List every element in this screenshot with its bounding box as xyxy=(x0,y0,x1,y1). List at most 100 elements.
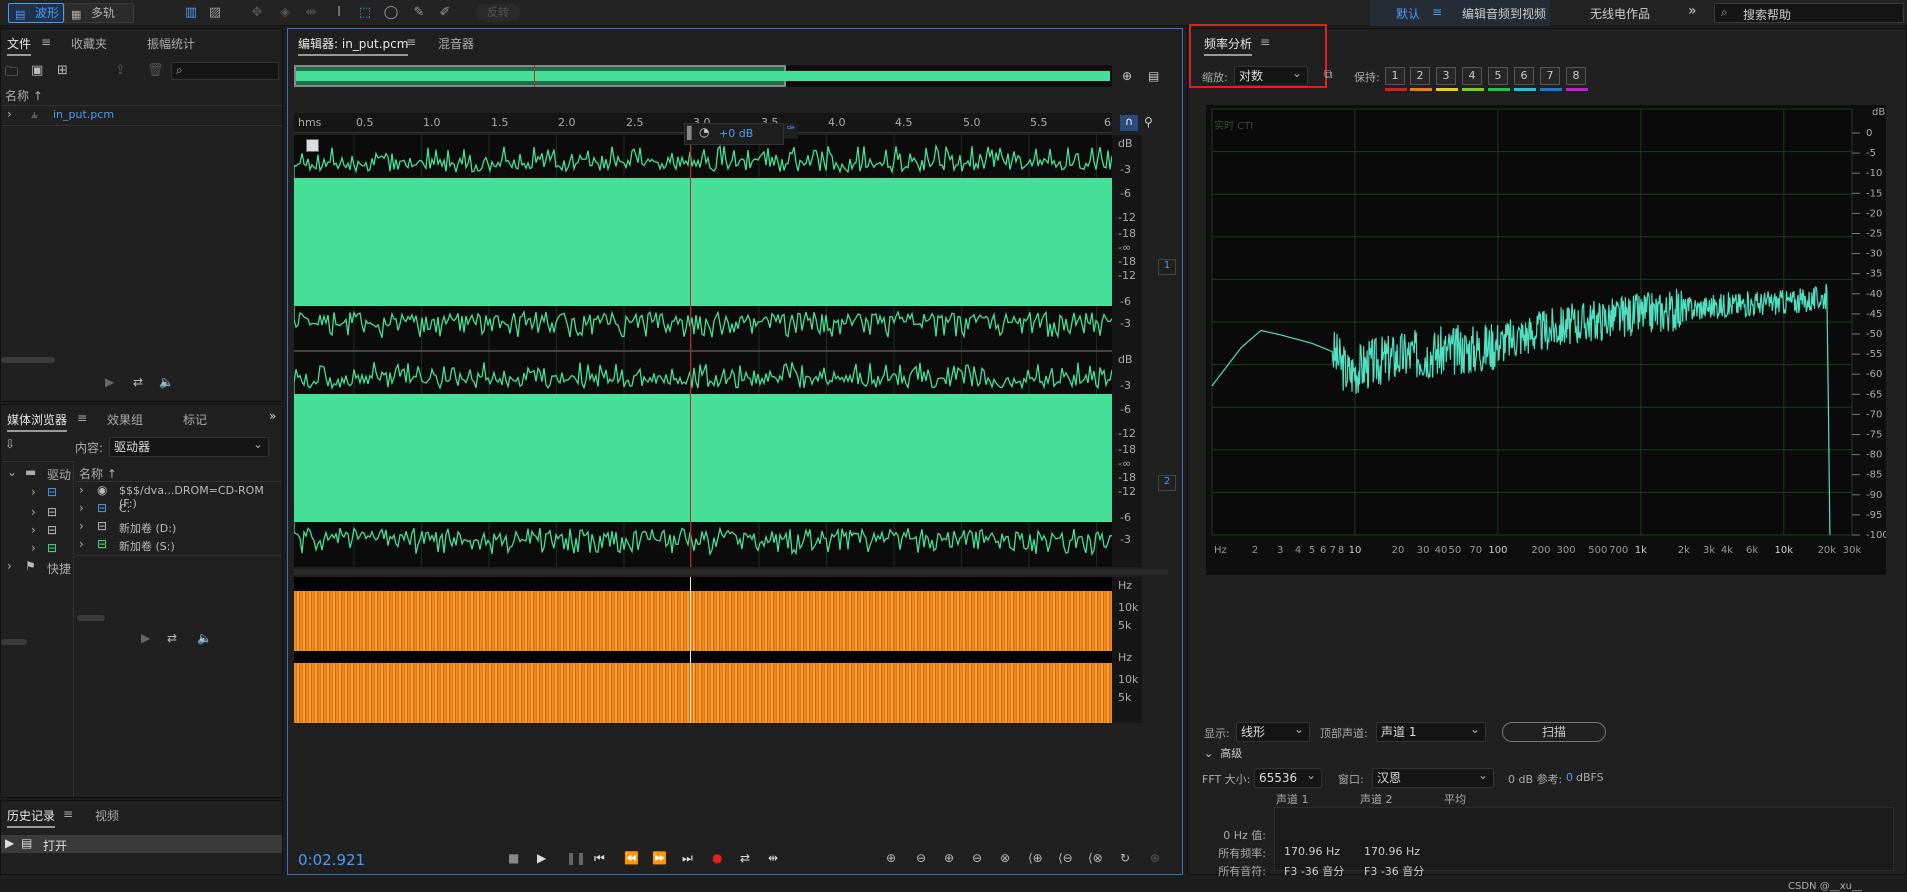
move-tool-icon[interactable]: ✥ xyxy=(248,5,266,21)
expand-icon[interactable]: › xyxy=(7,559,12,573)
tree-drives[interactable]: 驱动 xyxy=(47,466,71,483)
skip-end-icon[interactable]: ⏭ xyxy=(682,851,693,866)
workspace-edit-audio-video[interactable]: 编辑音频到视频 xyxy=(1462,5,1546,22)
pin-icon[interactable]: ✑ xyxy=(784,123,798,139)
rewind-icon[interactable]: ⏪ xyxy=(624,851,639,865)
skip-selection-icon[interactable]: ⇹ xyxy=(768,851,778,865)
play-icon[interactable]: ▶ xyxy=(105,375,114,389)
hold-7-button[interactable]: 7 xyxy=(1540,67,1560,85)
spectral-view-icon[interactable]: ▨ xyxy=(206,5,224,21)
stop-icon[interactable]: ■ xyxy=(508,851,519,865)
current-time[interactable]: 0:02.921 xyxy=(298,851,365,869)
spectrum-graph-area[interactable]: Hz 2 3 4 5 6 7 8 10 20 30 40 50 70 100 200 300 500 700 1k 2k… xyxy=(1206,105,1886,575)
zoom-in-amplitude-icon[interactable]: ⊕ xyxy=(886,851,896,865)
razor-tool-icon[interactable]: ◈ xyxy=(276,5,294,21)
brush-icon[interactable]: ✎ xyxy=(410,5,428,21)
hold-6-button[interactable]: 6 xyxy=(1514,67,1534,85)
multitrack-mode-button[interactable]: ▦ 多轨 xyxy=(64,3,134,23)
hold-2-button[interactable]: 2 xyxy=(1410,67,1430,85)
zoom-left-icon[interactable]: ⟨⊖ xyxy=(1058,851,1073,865)
drive-row[interactable]: › ⊟ 新加卷 (D:) xyxy=(75,519,281,537)
freq-menu-icon[interactable]: ≡ xyxy=(1260,35,1270,49)
hold-3-button[interactable]: 3 xyxy=(1436,67,1456,85)
tab-editor[interactable]: 编辑器: in_put.pcm xyxy=(298,35,409,56)
healing-brush-icon[interactable]: ✐ xyxy=(436,5,454,21)
files-search-input[interactable]: ⌕ xyxy=(171,62,279,80)
waveform-mode-button[interactable]: ▤ 波形 xyxy=(8,3,64,23)
top-channel-dropdown[interactable]: 声道 1 xyxy=(1376,720,1486,742)
play-icon[interactable]: ▶ xyxy=(141,631,150,645)
content-dropdown[interactable]: 驱动器 xyxy=(109,435,269,457)
expand-icon[interactable]: › xyxy=(31,523,36,537)
loop-icon[interactable]: ⇄ xyxy=(740,851,750,865)
drive-row[interactable]: › ⊟ C: xyxy=(75,501,281,519)
editor-menu-icon[interactable]: ≡ xyxy=(406,35,416,49)
loop-icon[interactable]: ⇄ xyxy=(167,631,177,645)
delete-icon[interactable]: 🗑 xyxy=(147,63,164,78)
files-panel-menu-icon[interactable]: ≡ xyxy=(41,35,51,49)
overview-bar[interactable] xyxy=(294,65,1112,87)
freq-title[interactable]: 频率分析 xyxy=(1204,35,1253,56)
zoom-full-icon[interactable]: ⊗ xyxy=(1000,851,1010,865)
waveform-display[interactable]: ▌ ◔ +0 dB ✑ xyxy=(294,123,1112,567)
display-dropdown[interactable]: 线形 xyxy=(1236,720,1310,742)
open-append-icon[interactable]: ▣ xyxy=(31,63,43,78)
new-file-icon[interactable]: ⊞ xyxy=(57,63,68,78)
files-col-name[interactable]: 名称 ↑ xyxy=(5,87,43,104)
tab-amplitude-stats[interactable]: 振幅统计 xyxy=(147,35,195,52)
zoom-out-time-icon[interactable]: ⊖ xyxy=(972,851,982,865)
list-scrollbar[interactable] xyxy=(77,615,105,621)
more-workspaces-icon[interactable]: » xyxy=(1688,3,1697,19)
workspace-default[interactable]: 默认 xyxy=(1396,5,1420,22)
tree-shortcuts[interactable]: 快捷 xyxy=(47,560,71,577)
tab-history[interactable]: 历史记录 xyxy=(7,807,56,828)
autoplay-icon[interactable]: 🔈 xyxy=(159,375,174,389)
window-dropdown[interactable]: 汉恩 xyxy=(1372,766,1494,788)
expand-icon[interactable]: ⌄ xyxy=(7,465,17,479)
hold-4-button[interactable]: 4 xyxy=(1462,67,1482,85)
spectral-display[interactable] xyxy=(294,577,1112,723)
skip-start-icon[interactable]: ⏮ xyxy=(594,851,605,866)
fft-dropdown[interactable]: 65536 xyxy=(1254,766,1322,788)
drive-row[interactable]: › ◉ $$$/dva...DROM=CD-ROM (F:) xyxy=(75,483,281,510)
workspace-radio[interactable]: 无线电作品 xyxy=(1590,5,1650,22)
play-icon[interactable]: ▶ xyxy=(537,851,546,865)
scale-dropdown[interactable]: 对数 xyxy=(1234,64,1308,86)
zoom-right-icon[interactable]: ⟨⊗ xyxy=(1088,851,1103,865)
expand-icon[interactable]: › xyxy=(31,485,36,499)
playhead[interactable] xyxy=(690,135,691,567)
channel-2-badge[interactable]: 2 xyxy=(1158,475,1176,491)
spectral-splitter[interactable] xyxy=(294,569,1168,575)
hold-5-button[interactable]: 5 xyxy=(1488,67,1508,85)
hold-8-button[interactable]: 8 xyxy=(1566,67,1586,85)
tab-markers[interactable]: 标记 xyxy=(183,411,207,428)
lasso-icon[interactable]: ◯ xyxy=(382,5,400,21)
volume-knob-icon[interactable]: ◔ xyxy=(699,125,709,139)
save-icon[interactable]: ⇪ xyxy=(115,63,126,78)
ref-value[interactable]: 0 xyxy=(1566,771,1573,784)
scan-button[interactable]: 扫描 xyxy=(1502,722,1606,742)
workspace-menu-icon[interactable]: ≡ xyxy=(1432,5,1442,19)
more-tabs-icon[interactable]: » xyxy=(269,409,276,423)
copy-icon[interactable]: ⧉ xyxy=(1324,67,1333,82)
tab-video[interactable]: 视频 xyxy=(95,807,119,824)
search-box[interactable]: ⌕ 搜索帮助 xyxy=(1714,3,1904,23)
tab-effects-rack[interactable]: 效果组 xyxy=(107,411,143,428)
zoom-reset-icon[interactable]: ↻ xyxy=(1120,851,1130,865)
loop-icon[interactable]: ⇄ xyxy=(133,375,143,389)
time-select-icon[interactable]: I xyxy=(330,5,348,21)
files-scrollbar[interactable] xyxy=(1,357,55,363)
slip-tool-icon[interactable]: ⇹ xyxy=(302,5,320,21)
hold-1-button[interactable]: 1 xyxy=(1385,67,1405,85)
advanced-toggle[interactable]: ⌄ 高级 xyxy=(1204,745,1242,761)
pause-icon[interactable]: ❚❚ xyxy=(566,851,586,865)
snap-icon[interactable]: ∩ xyxy=(1120,115,1138,131)
history-item[interactable]: ▶ ▤ 打开 xyxy=(1,835,282,853)
history-menu-icon[interactable]: ≡ xyxy=(63,807,73,821)
autoplay-icon[interactable]: 🔈 xyxy=(197,631,212,645)
drive-row[interactable]: › ⊟ 新加卷 (S:) xyxy=(75,537,281,555)
zoom-out-amplitude-icon[interactable]: ⊖ xyxy=(916,851,926,865)
expand-icon[interactable]: › xyxy=(7,107,12,121)
zoom-in-time-icon[interactable]: ⊕ xyxy=(944,851,954,865)
tree-scrollbar[interactable] xyxy=(1,639,27,645)
